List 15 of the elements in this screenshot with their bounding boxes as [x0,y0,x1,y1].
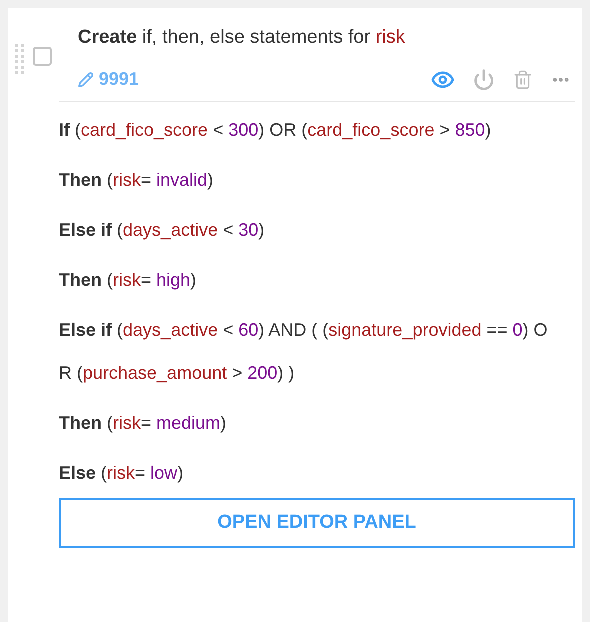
task-checkbox[interactable] [33,47,52,66]
rule-statement: Then (risk= invalid) [59,169,215,192]
drag-handle-icon[interactable] [15,44,25,74]
rule-statement: Then (risk= high) [59,269,198,292]
rule-statement: If (card_fico_score < 300) OR (card_fico_score > 850) [59,119,492,142]
rule-statement: Else if (days_active < 60) AND ( (signature_provided == 0) OR (purchase_amount > 200) ) [59,319,549,385]
rule-statement: Then (risk= medium) [59,412,228,435]
power-icon[interactable] [473,68,495,90]
rule-statement: Else if (days_active < 30) [59,219,266,242]
rule-statement: Else (risk= low) [59,462,185,485]
pencil-icon [78,72,94,88]
open-editor-button[interactable]: OPEN EDITOR PANEL [59,498,575,548]
trash-icon[interactable] [513,70,533,90]
task-id-link[interactable]: 9991 [78,66,140,93]
task-title: Create if, then, else statements for risk [78,26,406,50]
